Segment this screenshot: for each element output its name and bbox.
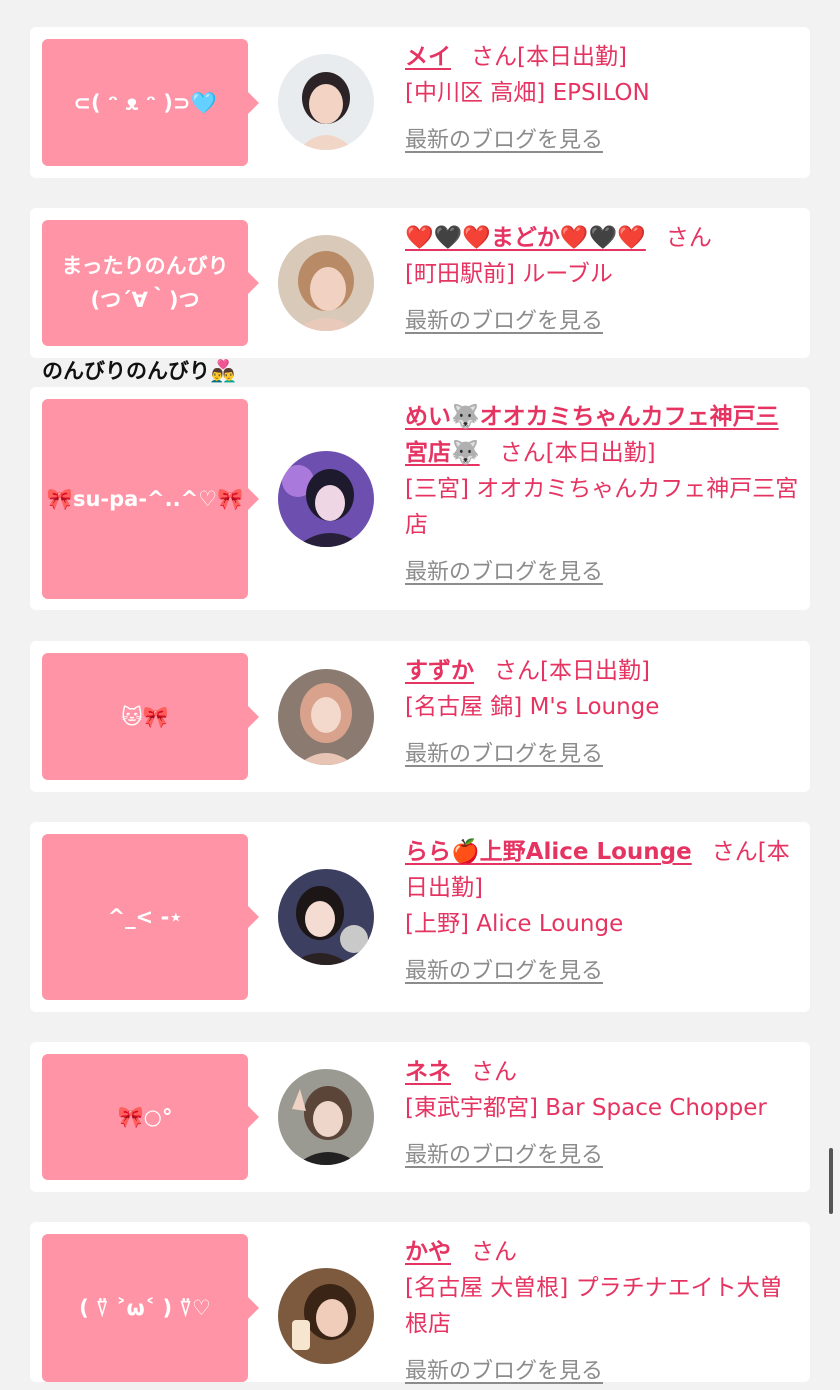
avatar[interactable] (278, 54, 374, 150)
shop-info: [東武宇都宮] Bar Space Chopper (405, 1095, 767, 1121)
cast-name-link[interactable]: ❤️🖤❤️まどか❤️🖤❤️ (405, 225, 646, 251)
avatar[interactable] (278, 669, 374, 765)
shop-info: [中川区 高畑] EPSILON (405, 80, 650, 106)
profile-card: 🎀○° ネネ さん [東武宇都宮] Bar Space Chopper 最新のブロ… (30, 1042, 810, 1192)
shop-info: [三宮] オオカミちゃんカフェ神戸三宮店 (405, 476, 799, 538)
avatar[interactable] (278, 869, 374, 965)
honorific-status: さん (665, 225, 712, 251)
honorific-status: さん (471, 1239, 517, 1265)
overlay-message: のんびりのんびり👨‍❤️‍👨 (42, 359, 237, 383)
shop-info: [名古屋 大曽根] プラチナエイト大曽根店 (405, 1275, 783, 1337)
honorific-status: さん[本日出勤] (494, 658, 650, 684)
latest-blog-link[interactable]: 最新のブログを見る (405, 737, 800, 773)
profile-photo-icon (278, 451, 374, 547)
cast-name-link[interactable]: らら🍎上野Alice Lounge (405, 839, 692, 865)
profile-card: ⊂( ᵔ ᴥ ᵔ )⊃🩵 メイ さん[本日出勤] [中川区 高畑] EPSILON… (30, 27, 810, 178)
honorific-status: さん (471, 1059, 517, 1085)
message-bubble: 🎀su-pa-^..^♡🎀 (42, 399, 259, 599)
latest-blog-link[interactable]: 最新のブログを見る (405, 954, 800, 990)
honorific-status: さん[本日出勤] (499, 440, 656, 466)
profile-info: かや さん [名古屋 大曽根] プラチナエイト大曽根店 最新のブログを見る (405, 1234, 800, 1390)
profile-info: ❤️🖤❤️まどか❤️🖤❤️ さん [町田駅前] ルーブル 最新のブログを見る (405, 220, 800, 340)
cast-name-link[interactable]: メイ (405, 44, 451, 70)
profile-card: ( ⍢ ˃ω˂ ) ⍢♡ かや さん [名古屋 大曽根] プラチナエイト大曽根店 … (30, 1222, 810, 1384)
message-bubble: まったりのんびり (つ´∀｀)つ (42, 220, 259, 346)
honorific-status: さん[本日出勤] (471, 44, 627, 70)
avatar[interactable] (278, 1069, 374, 1165)
latest-blog-link[interactable]: 最新のブログを見る (405, 304, 800, 340)
latest-blog-link[interactable]: 最新のブログを見る (405, 555, 800, 591)
profile-photo-icon (278, 669, 374, 765)
profile-photo-icon (278, 54, 374, 150)
scrollbar-thumb[interactable] (829, 1148, 833, 1214)
message-bubble: ( ⍢ ˃ω˂ ) ⍢♡ (42, 1234, 259, 1382)
profile-info: すずか さん[本日出勤] [名古屋 錦] M's Lounge 最新のブログを見る (405, 653, 800, 773)
profile-info: めい🐺オオカミちゃんカフェ神戸三宮店🐺 さん[本日出勤] [三宮] オオカミちゃん… (405, 399, 800, 591)
profile-info: ネネ さん [東武宇都宮] Bar Space Chopper 最新のブログを見る (405, 1054, 800, 1174)
shop-info: [名古屋 錦] M's Lounge (405, 694, 660, 720)
cast-name-link[interactable]: かや (405, 1239, 451, 1265)
profile-card: 🐱🎀 すずか さん[本日出勤] [名古屋 錦] M's Lounge 最新のブログ… (30, 641, 810, 792)
avatar[interactable] (278, 235, 374, 331)
profile-info: メイ さん[本日出勤] [中川区 高畑] EPSILON 最新のブログを見る (405, 39, 800, 159)
profile-photo-icon (278, 235, 374, 331)
cast-name-link[interactable]: ネネ (405, 1059, 451, 1085)
latest-blog-link[interactable]: 最新のブログを見る (405, 123, 800, 159)
profile-info: らら🍎上野Alice Lounge さん[本日出勤] [上野] Alice Lou… (405, 834, 800, 990)
message-bubble: 🎀○° (42, 1054, 259, 1180)
message-bubble: ⊂( ᵔ ᴥ ᵔ )⊃🩵 (42, 39, 259, 166)
profile-card: 🎀su-pa-^..^♡🎀 めい🐺オオカミちゃんカフェ神戸三宮店🐺 さん[本日出勤… (30, 387, 810, 610)
shop-info: [上野] Alice Lounge (405, 911, 624, 937)
avatar[interactable] (278, 451, 374, 547)
latest-blog-link[interactable]: 最新のブログを見る (405, 1354, 800, 1390)
message-bubble: 🐱🎀 (42, 653, 259, 780)
profile-card: まったりのんびり (つ´∀｀)つ ❤️🖤❤️まどか❤️🖤❤️ さん [町田駅前] … (30, 208, 810, 358)
shop-info: [町田駅前] ルーブル (405, 261, 613, 287)
latest-blog-link[interactable]: 最新のブログを見る (405, 1138, 800, 1174)
message-bubble: ^_< -⋆ (42, 834, 259, 1000)
profile-photo-icon (278, 1268, 374, 1364)
profile-card: ^_< -⋆ らら🍎上野Alice Lounge さん[本日出勤] [上野] Al… (30, 822, 810, 1012)
profile-photo-icon (278, 869, 374, 965)
avatar[interactable] (278, 1268, 374, 1364)
cast-name-link[interactable]: すずか (405, 658, 474, 684)
profile-photo-icon (278, 1069, 374, 1165)
